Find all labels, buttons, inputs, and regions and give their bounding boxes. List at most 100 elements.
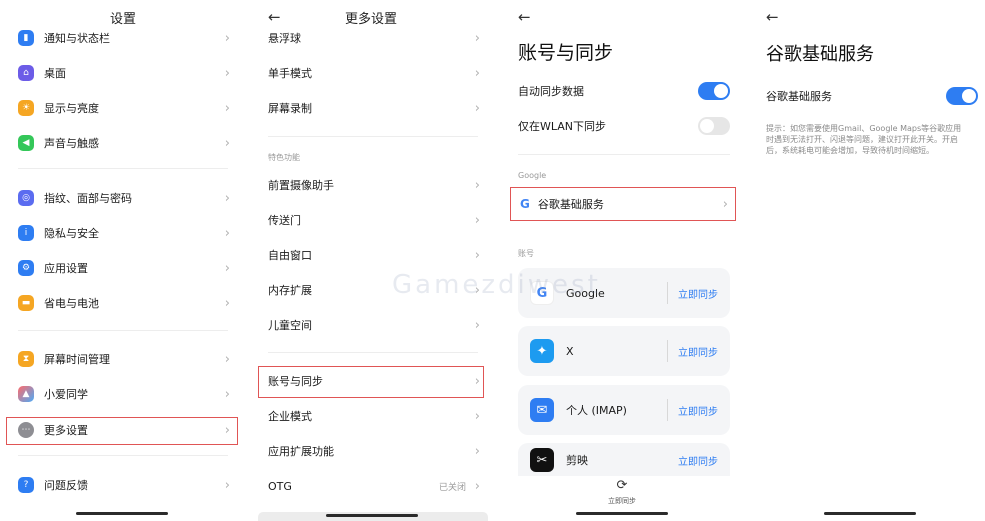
account-sync-panel: ← 账号与同步 自动同步数据 仅在WLAN下同步 Google G 谷歌基础服务… — [500, 0, 744, 521]
settings-item-battery[interactable]: ▬ 省电与电池 › — [0, 286, 246, 320]
privacy-icon: i — [18, 225, 34, 241]
settings-item-label: 指纹、面部与密码 — [44, 192, 132, 205]
account-card-x[interactable]: ✦ X 立即同步 — [518, 326, 730, 376]
settings-item-apps[interactable]: ⚙ 应用设置 › — [0, 251, 246, 285]
settings-item-notifications[interactable]: ▮ 通知与状态栏 › — [0, 21, 246, 55]
wlan-only-label: 仅在WLAN下同步 — [518, 120, 607, 133]
menu-item-label: 悬浮球 — [268, 32, 301, 45]
divider — [18, 330, 228, 331]
menu-item-free-window[interactable]: 自由窗口 › — [246, 238, 496, 272]
home-indicator[interactable] — [576, 512, 668, 515]
home-indicator[interactable] — [76, 512, 168, 515]
feedback-icon: ? — [18, 477, 34, 493]
refresh-icon[interactable]: ⟳ — [500, 478, 744, 493]
menu-item-kids-space[interactable]: 儿童空间 › — [246, 308, 496, 342]
chevron-right-icon: › — [474, 247, 480, 263]
account-name: 剪映 — [566, 454, 588, 467]
highlight-box — [6, 417, 238, 445]
home-indicator[interactable] — [326, 514, 418, 517]
section-header: 账号 — [518, 249, 534, 258]
settings-item-screen-time[interactable]: ⧗ 屏幕时间管理 › — [0, 342, 246, 376]
settings-item-label: 隐私与安全 — [44, 227, 99, 240]
back-arrow-icon[interactable]: ← — [518, 8, 531, 26]
sync-all-label[interactable]: 立即同步 — [500, 496, 744, 506]
menu-item-screen-record[interactable]: 屏幕录制 › — [246, 91, 496, 125]
sun-icon: ☀ — [18, 100, 34, 116]
chevron-right-icon: › — [224, 30, 230, 46]
settings-item-label: 应用设置 — [44, 262, 88, 275]
wlan-only-toggle[interactable] — [698, 117, 730, 135]
menu-item-label: 传送门 — [268, 214, 301, 227]
menu-item-label: 前置摄像助手 — [268, 179, 334, 192]
capcut-icon: ✂ — [530, 448, 554, 472]
chevron-right-icon: › — [224, 295, 230, 311]
section-header: 特色功能 — [268, 153, 300, 162]
google-icon: G — [530, 281, 554, 305]
account-card-capcut[interactable]: ✂ 剪映 立即同步 — [518, 443, 730, 477]
chevron-right-icon: › — [474, 282, 480, 298]
chevron-right-icon: › — [224, 65, 230, 81]
menu-item-one-hand[interactable]: 单手模式 › — [246, 56, 496, 90]
settings-item-fingerprint[interactable]: ◎ 指纹、面部与密码 › — [0, 181, 246, 215]
settings-panel: 设置 ▮ 通知与状态栏 › ⌂ 桌面 › ☀ 显示与亮度 › ◀ 声音与触感 ›… — [0, 0, 246, 521]
settings-item-privacy[interactable]: i 隐私与安全 › — [0, 216, 246, 250]
chevron-right-icon: › — [474, 30, 480, 46]
menu-item-label: 儿童空间 — [268, 319, 312, 332]
divider — [518, 154, 730, 155]
account-card-google[interactable]: G Google 立即同步 — [518, 268, 730, 318]
settings-item-desktop[interactable]: ⌂ 桌面 › — [0, 56, 246, 90]
menu-item-app-extensions[interactable]: 应用扩展功能 › — [246, 434, 496, 468]
chevron-right-icon: › — [474, 65, 480, 81]
sync-now-button[interactable]: 立即同步 — [678, 286, 718, 301]
chevron-right-icon: › — [224, 477, 230, 493]
settings-item-label: 显示与亮度 — [44, 102, 99, 115]
menu-item-label: 自由窗口 — [268, 249, 312, 262]
auto-sync-toggle[interactable] — [698, 82, 730, 100]
chevron-right-icon: › — [224, 386, 230, 402]
menu-item-portal[interactable]: 传送门 › — [246, 203, 496, 237]
account-card-imap[interactable]: ✉ 个人 (IMAP) 立即同步 — [518, 385, 730, 435]
assistant-icon: ▲ — [18, 386, 34, 402]
divider — [667, 282, 668, 304]
settings-item-display[interactable]: ☀ 显示与亮度 › — [0, 91, 246, 125]
apps-icon: ⚙ — [18, 260, 34, 276]
menu-item-front-camera[interactable]: 前置摄像助手 › — [246, 168, 496, 202]
menu-item-label: 屏幕录制 — [268, 102, 312, 115]
sync-now-button[interactable]: 立即同步 — [678, 403, 718, 418]
highlight-box — [510, 187, 736, 221]
divider — [667, 340, 668, 362]
section-header: Google — [518, 171, 547, 180]
page-title: 谷歌基础服务 — [766, 44, 874, 65]
chevron-right-icon: › — [474, 212, 480, 228]
back-arrow-icon[interactable]: ← — [766, 8, 779, 26]
divider — [18, 455, 228, 456]
settings-item-label: 声音与触感 — [44, 137, 99, 150]
account-name: 个人 (IMAP) — [566, 404, 627, 417]
notification-icon: ▮ — [18, 30, 34, 46]
settings-item-feedback[interactable]: ? 问题反馈 › — [0, 468, 246, 502]
settings-item-label: 通知与状态栏 — [44, 32, 110, 45]
settings-item-sound[interactable]: ◀ 声音与触感 › — [0, 126, 246, 160]
menu-item-memory-extension[interactable]: 内存扩展 › — [246, 273, 496, 307]
menu-item-enterprise[interactable]: 企业模式 › — [246, 399, 496, 433]
menu-item-otg[interactable]: OTG 已关闭 › — [246, 469, 496, 503]
chevron-right-icon: › — [224, 135, 230, 151]
google-services-panel: ← 谷歌基础服务 谷歌基础服务 提示：如您需要使用Gmail、Google Ma… — [748, 0, 985, 521]
menu-item-label: OTG — [268, 479, 292, 493]
chevron-right-icon: › — [224, 260, 230, 276]
menu-item-label: 单手模式 — [268, 67, 312, 80]
page-title: 账号与同步 — [518, 42, 614, 64]
twitter-icon: ✦ — [530, 339, 554, 363]
chevron-right-icon: › — [474, 317, 480, 333]
status-value: 已关闭 — [438, 482, 466, 493]
home-indicator[interactable] — [824, 512, 916, 515]
settings-item-assistant[interactable]: ▲ 小爱同学 › — [0, 377, 246, 411]
hint-text: 提示：如您需要使用Gmail、Google Maps等谷歌应用时遇到无法打开、闪… — [766, 124, 962, 155]
divider — [268, 352, 478, 353]
highlight-box — [258, 366, 484, 398]
chevron-right-icon: › — [474, 177, 480, 193]
google-services-toggle[interactable] — [946, 87, 978, 105]
sync-now-button[interactable]: 立即同步 — [678, 453, 718, 468]
menu-item-floating-ball[interactable]: 悬浮球 › — [246, 21, 496, 55]
sync-now-button[interactable]: 立即同步 — [678, 344, 718, 359]
